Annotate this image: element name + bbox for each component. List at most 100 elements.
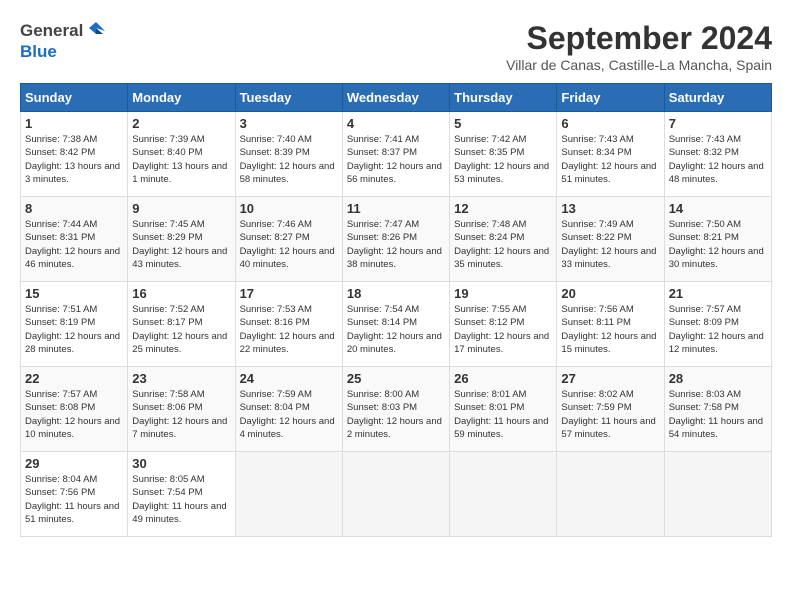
day-number: 11 [347, 201, 445, 216]
day-number: 30 [132, 456, 230, 471]
day-number: 23 [132, 371, 230, 386]
day-info: Sunrise: 7:47 AMSunset: 8:26 PMDaylight:… [347, 218, 445, 271]
day-number: 10 [240, 201, 338, 216]
calendar-week-row: 15 Sunrise: 7:51 AMSunset: 8:19 PMDaylig… [21, 282, 772, 367]
day-info: Sunrise: 7:52 AMSunset: 8:17 PMDaylight:… [132, 303, 230, 356]
day-number: 24 [240, 371, 338, 386]
calendar-day-cell [557, 452, 664, 537]
header-monday: Monday [128, 84, 235, 112]
day-number: 8 [25, 201, 123, 216]
day-number: 6 [561, 116, 659, 131]
day-info: Sunrise: 7:51 AMSunset: 8:19 PMDaylight:… [25, 303, 123, 356]
day-info: Sunrise: 7:38 AMSunset: 8:42 PMDaylight:… [25, 133, 123, 186]
header-thursday: Thursday [450, 84, 557, 112]
logo: General Blue [20, 20, 107, 62]
calendar-day-cell: 1 Sunrise: 7:38 AMSunset: 8:42 PMDayligh… [21, 112, 128, 197]
calendar-day-cell: 27 Sunrise: 8:02 AMSunset: 7:59 PMDaylig… [557, 367, 664, 452]
calendar-day-cell [664, 452, 771, 537]
day-info: Sunrise: 7:42 AMSunset: 8:35 PMDaylight:… [454, 133, 552, 186]
page-header: General Blue September 2024 Villar de Ca… [20, 20, 772, 73]
calendar-day-cell: 10 Sunrise: 7:46 AMSunset: 8:27 PMDaylig… [235, 197, 342, 282]
calendar-day-cell: 30 Sunrise: 8:05 AMSunset: 7:54 PMDaylig… [128, 452, 235, 537]
day-number: 21 [669, 286, 767, 301]
calendar-day-cell: 11 Sunrise: 7:47 AMSunset: 8:26 PMDaylig… [342, 197, 449, 282]
day-number: 20 [561, 286, 659, 301]
day-info: Sunrise: 8:00 AMSunset: 8:03 PMDaylight:… [347, 388, 445, 441]
day-number: 28 [669, 371, 767, 386]
calendar-day-cell: 19 Sunrise: 7:55 AMSunset: 8:12 PMDaylig… [450, 282, 557, 367]
calendar-week-row: 1 Sunrise: 7:38 AMSunset: 8:42 PMDayligh… [21, 112, 772, 197]
calendar-day-cell: 25 Sunrise: 8:00 AMSunset: 8:03 PMDaylig… [342, 367, 449, 452]
calendar-day-cell: 3 Sunrise: 7:40 AMSunset: 8:39 PMDayligh… [235, 112, 342, 197]
day-info: Sunrise: 7:45 AMSunset: 8:29 PMDaylight:… [132, 218, 230, 271]
calendar-week-row: 29 Sunrise: 8:04 AMSunset: 7:56 PMDaylig… [21, 452, 772, 537]
day-info: Sunrise: 7:43 AMSunset: 8:34 PMDaylight:… [561, 133, 659, 186]
calendar-day-cell: 15 Sunrise: 7:51 AMSunset: 8:19 PMDaylig… [21, 282, 128, 367]
calendar-day-cell [235, 452, 342, 537]
day-number: 25 [347, 371, 445, 386]
day-number: 27 [561, 371, 659, 386]
calendar-day-cell [450, 452, 557, 537]
day-number: 18 [347, 286, 445, 301]
calendar-day-cell: 26 Sunrise: 8:01 AMSunset: 8:01 PMDaylig… [450, 367, 557, 452]
day-number: 26 [454, 371, 552, 386]
day-number: 3 [240, 116, 338, 131]
day-info: Sunrise: 7:57 AMSunset: 8:08 PMDaylight:… [25, 388, 123, 441]
header-wednesday: Wednesday [342, 84, 449, 112]
day-info: Sunrise: 7:56 AMSunset: 8:11 PMDaylight:… [561, 303, 659, 356]
calendar-day-cell: 24 Sunrise: 7:59 AMSunset: 8:04 PMDaylig… [235, 367, 342, 452]
calendar-day-cell: 7 Sunrise: 7:43 AMSunset: 8:32 PMDayligh… [664, 112, 771, 197]
calendar-table: Sunday Monday Tuesday Wednesday Thursday… [20, 83, 772, 537]
title-section: September 2024 Villar de Canas, Castille… [506, 20, 772, 73]
day-number: 17 [240, 286, 338, 301]
day-info: Sunrise: 7:41 AMSunset: 8:37 PMDaylight:… [347, 133, 445, 186]
calendar-day-cell: 13 Sunrise: 7:49 AMSunset: 8:22 PMDaylig… [557, 197, 664, 282]
calendar-day-cell: 16 Sunrise: 7:52 AMSunset: 8:17 PMDaylig… [128, 282, 235, 367]
day-info: Sunrise: 7:50 AMSunset: 8:21 PMDaylight:… [669, 218, 767, 271]
calendar-day-cell: 21 Sunrise: 7:57 AMSunset: 8:09 PMDaylig… [664, 282, 771, 367]
day-number: 12 [454, 201, 552, 216]
header-sunday: Sunday [21, 84, 128, 112]
day-number: 14 [669, 201, 767, 216]
day-info: Sunrise: 7:53 AMSunset: 8:16 PMDaylight:… [240, 303, 338, 356]
calendar-day-cell: 20 Sunrise: 7:56 AMSunset: 8:11 PMDaylig… [557, 282, 664, 367]
day-number: 4 [347, 116, 445, 131]
day-info: Sunrise: 7:59 AMSunset: 8:04 PMDaylight:… [240, 388, 338, 441]
day-info: Sunrise: 7:46 AMSunset: 8:27 PMDaylight:… [240, 218, 338, 271]
month-year-title: September 2024 [506, 20, 772, 57]
calendar-day-cell: 17 Sunrise: 7:53 AMSunset: 8:16 PMDaylig… [235, 282, 342, 367]
calendar-day-cell: 23 Sunrise: 7:58 AMSunset: 8:06 PMDaylig… [128, 367, 235, 452]
logo-bird-icon [85, 20, 107, 42]
day-info: Sunrise: 7:44 AMSunset: 8:31 PMDaylight:… [25, 218, 123, 271]
calendar-week-row: 8 Sunrise: 7:44 AMSunset: 8:31 PMDayligh… [21, 197, 772, 282]
day-info: Sunrise: 7:43 AMSunset: 8:32 PMDaylight:… [669, 133, 767, 186]
calendar-day-cell [342, 452, 449, 537]
calendar-day-cell: 28 Sunrise: 8:03 AMSunset: 7:58 PMDaylig… [664, 367, 771, 452]
day-number: 9 [132, 201, 230, 216]
calendar-day-cell: 14 Sunrise: 7:50 AMSunset: 8:21 PMDaylig… [664, 197, 771, 282]
day-info: Sunrise: 7:58 AMSunset: 8:06 PMDaylight:… [132, 388, 230, 441]
day-info: Sunrise: 7:57 AMSunset: 8:09 PMDaylight:… [669, 303, 767, 356]
day-info: Sunrise: 7:48 AMSunset: 8:24 PMDaylight:… [454, 218, 552, 271]
calendar-day-cell: 2 Sunrise: 7:39 AMSunset: 8:40 PMDayligh… [128, 112, 235, 197]
logo-general: General [20, 21, 83, 41]
day-info: Sunrise: 7:54 AMSunset: 8:14 PMDaylight:… [347, 303, 445, 356]
day-number: 16 [132, 286, 230, 301]
day-number: 15 [25, 286, 123, 301]
day-info: Sunrise: 8:02 AMSunset: 7:59 PMDaylight:… [561, 388, 659, 441]
calendar-day-cell: 29 Sunrise: 8:04 AMSunset: 7:56 PMDaylig… [21, 452, 128, 537]
calendar-day-cell: 18 Sunrise: 7:54 AMSunset: 8:14 PMDaylig… [342, 282, 449, 367]
weekday-header-row: Sunday Monday Tuesday Wednesday Thursday… [21, 84, 772, 112]
day-number: 13 [561, 201, 659, 216]
calendar-day-cell: 6 Sunrise: 7:43 AMSunset: 8:34 PMDayligh… [557, 112, 664, 197]
day-number: 5 [454, 116, 552, 131]
header-saturday: Saturday [664, 84, 771, 112]
header-friday: Friday [557, 84, 664, 112]
day-info: Sunrise: 7:39 AMSunset: 8:40 PMDaylight:… [132, 133, 230, 186]
calendar-day-cell: 9 Sunrise: 7:45 AMSunset: 8:29 PMDayligh… [128, 197, 235, 282]
day-number: 22 [25, 371, 123, 386]
calendar-day-cell: 5 Sunrise: 7:42 AMSunset: 8:35 PMDayligh… [450, 112, 557, 197]
day-info: Sunrise: 8:05 AMSunset: 7:54 PMDaylight:… [132, 473, 230, 526]
day-info: Sunrise: 8:04 AMSunset: 7:56 PMDaylight:… [25, 473, 123, 526]
header-tuesday: Tuesday [235, 84, 342, 112]
